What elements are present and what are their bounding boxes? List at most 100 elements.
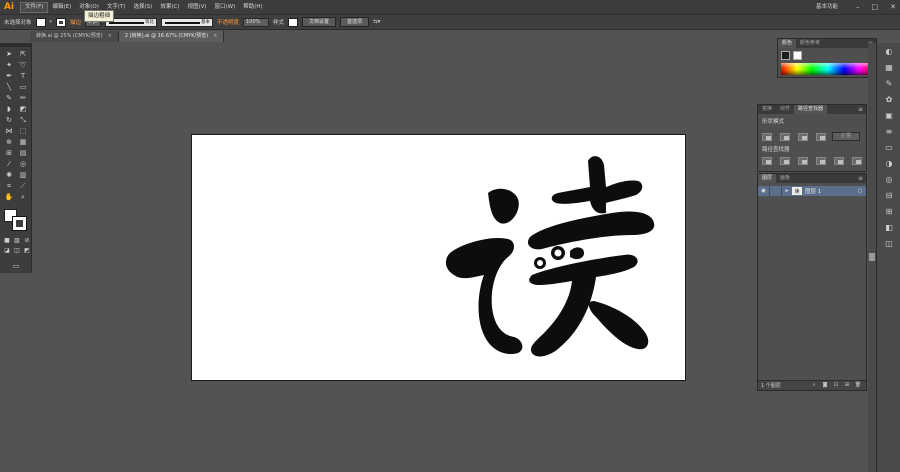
transform-panel-icon[interactable]: ⊞ xyxy=(877,203,900,219)
rectangle-tool-icon[interactable]: ▭ xyxy=(17,82,29,92)
expand-arrow-icon[interactable]: ▸ xyxy=(782,186,792,196)
new-layer-icon[interactable]: ⊞ xyxy=(843,382,851,389)
intersect-icon[interactable] xyxy=(798,133,808,141)
symbols-panel-icon[interactable]: ✿ xyxy=(877,91,900,107)
zoom-tool-icon[interactable]: ⌕ xyxy=(17,192,29,202)
lasso-tool-icon[interactable]: ➰ xyxy=(17,60,29,70)
menu-help[interactable]: 帮助(H) xyxy=(239,0,266,14)
rotate-tool-icon[interactable]: ↻ xyxy=(3,115,15,125)
tab-document-1[interactable]: 转换.ai @ 25% (CMYK/预览) × xyxy=(30,31,119,42)
clipping-mask-icon[interactable]: ◙ xyxy=(821,382,829,389)
tab-color-guide[interactable]: 颜色参考 xyxy=(796,39,824,48)
close-icon[interactable]: × xyxy=(213,33,217,39)
tab-align[interactable]: 对齐 xyxy=(776,105,794,114)
column-graph-tool-icon[interactable]: ▥ xyxy=(17,170,29,180)
appearance-panel-icon[interactable]: ◎ xyxy=(877,171,900,187)
new-sublayer-icon[interactable]: ⊡ xyxy=(832,382,840,389)
menu-select[interactable]: 选择(S) xyxy=(130,0,157,14)
pencil-tool-icon[interactable]: ✏ xyxy=(17,93,29,103)
minimize-icon[interactable]: – xyxy=(856,0,860,14)
line-tool-icon[interactable]: ╲ xyxy=(3,82,15,92)
close-icon[interactable]: × xyxy=(108,33,112,39)
fill-swatch[interactable] xyxy=(35,17,46,27)
close-icon[interactable]: ✕ xyxy=(890,0,896,14)
trim-icon[interactable] xyxy=(780,157,790,165)
pathfinder-panel-icon[interactable]: ◧ xyxy=(877,219,900,235)
mesh-tool-icon[interactable]: ⊞ xyxy=(3,148,15,158)
tab-pathfinder[interactable]: 路径查找器 xyxy=(794,105,828,114)
opacity-input[interactable]: 100% xyxy=(242,17,269,27)
direct-selection-tool-icon[interactable]: ⇱ xyxy=(17,49,29,59)
workspace-switcher[interactable]: 基本功能 xyxy=(816,0,838,14)
lock-toggle[interactable] xyxy=(770,186,782,196)
gradient-tool-icon[interactable]: ▤ xyxy=(17,148,29,158)
stroke-color-box[interactable] xyxy=(12,216,27,231)
pen-tool-icon[interactable]: ✒ xyxy=(3,71,15,81)
calligraphy-artwork[interactable] xyxy=(192,135,687,382)
tab-document-2[interactable]: 2 [转换].ai @ 16.67% (CMYK/预览) × xyxy=(118,31,225,42)
black-swatch[interactable] xyxy=(781,51,790,60)
layer-name[interactable]: 图层 1 xyxy=(802,186,846,196)
delete-layer-icon[interactable]: 🗑 xyxy=(854,382,862,389)
graphic-styles-panel-icon[interactable]: ▣ xyxy=(877,107,900,123)
outline-icon[interactable] xyxy=(834,157,844,165)
panel-menu-icon[interactable]: ≡ xyxy=(858,174,863,183)
layers-panel-icon[interactable]: ◫ xyxy=(877,235,900,251)
perspective-grid-tool-icon[interactable]: ▦ xyxy=(17,137,29,147)
divide-icon[interactable] xyxy=(762,157,772,165)
brushes-panel-icon[interactable]: ✎ xyxy=(877,75,900,91)
style-swatch[interactable] xyxy=(287,17,298,27)
expand-button[interactable]: 扩展 xyxy=(832,132,860,141)
transparency-panel-icon[interactable]: ◑ xyxy=(877,155,900,171)
menu-effect[interactable]: 效果(C) xyxy=(156,0,183,14)
gradient-mode-icon[interactable]: ▧ xyxy=(13,237,21,245)
locate-object-icon[interactable]: ⌕ xyxy=(810,382,818,389)
layer-row[interactable]: ◉ ▸ 读 图层 1 ○ xyxy=(758,186,866,196)
minus-front-icon[interactable] xyxy=(780,133,790,141)
paintbrush-tool-icon[interactable]: ✎ xyxy=(3,93,15,103)
free-transform-tool-icon[interactable]: ⬚ xyxy=(17,126,29,136)
type-tool-icon[interactable]: T xyxy=(17,71,29,81)
menu-edit[interactable]: 编辑(E) xyxy=(48,0,75,14)
tab-color[interactable]: 颜色 xyxy=(778,39,797,48)
stroke-swatch[interactable] xyxy=(56,17,67,27)
color-panel-icon[interactable]: ◐ xyxy=(877,43,900,59)
chevron-down-icon[interactable]: ▾ xyxy=(50,19,53,25)
swatches-panel-icon[interactable]: ▦ xyxy=(877,59,900,75)
fill-stroke-widget[interactable] xyxy=(4,209,28,231)
panel-menu-icon[interactable]: ≡ xyxy=(858,105,863,114)
menu-window[interactable]: 窗口(W) xyxy=(211,0,240,14)
artboard-tool-icon[interactable]: ⌗ xyxy=(3,181,15,191)
brush-definition[interactable]: 基本 xyxy=(160,17,213,27)
document-setup-button[interactable]: 文档设置 xyxy=(301,17,336,27)
magic-wand-tool-icon[interactable]: ✦ xyxy=(3,60,15,70)
draw-inside-icon[interactable]: ◩ xyxy=(23,247,31,255)
stroke-panel-icon[interactable]: ≡ xyxy=(877,123,900,139)
blob-brush-tool-icon[interactable]: ◗ xyxy=(3,104,15,114)
preferences-button[interactable]: 首选项 xyxy=(340,17,370,27)
draw-behind-icon[interactable]: ◫ xyxy=(13,247,21,255)
tab-layers[interactable]: 图层 xyxy=(758,174,777,183)
tab-artboards[interactable]: 画板 xyxy=(776,174,794,183)
menu-file[interactable]: 文件(F) xyxy=(20,1,49,13)
eye-icon[interactable]: ◉ xyxy=(758,186,770,196)
color-spectrum[interactable] xyxy=(781,63,875,75)
opacity-label[interactable]: 不透明度 xyxy=(217,18,239,26)
unite-icon[interactable] xyxy=(762,133,772,141)
draw-normal-icon[interactable]: ◪ xyxy=(3,247,11,255)
symbol-sprayer-tool-icon[interactable]: ✺ xyxy=(3,170,15,180)
selection-tool-icon[interactable]: ➤ xyxy=(3,49,15,59)
blend-tool-icon[interactable]: ◎ xyxy=(17,159,29,169)
align-panel-icon[interactable]: ⊟ xyxy=(877,187,900,203)
hand-tool-icon[interactable]: ✋ xyxy=(3,192,15,202)
crop-icon[interactable] xyxy=(816,157,826,165)
minus-back-icon[interactable] xyxy=(852,157,862,165)
gradient-panel-icon[interactable]: ▭ xyxy=(877,139,900,155)
scale-tool-icon[interactable]: ⤡ xyxy=(17,115,29,125)
slice-tool-icon[interactable]: ⟋ xyxy=(17,181,29,191)
stroke-label[interactable]: 描边 xyxy=(70,18,81,26)
restore-icon[interactable]: □ xyxy=(872,0,879,14)
width-tool-icon[interactable]: ⋈ xyxy=(3,126,15,136)
vertical-scrollbar[interactable] xyxy=(868,43,876,472)
shape-builder-tool-icon[interactable]: ⊕ xyxy=(3,137,15,147)
